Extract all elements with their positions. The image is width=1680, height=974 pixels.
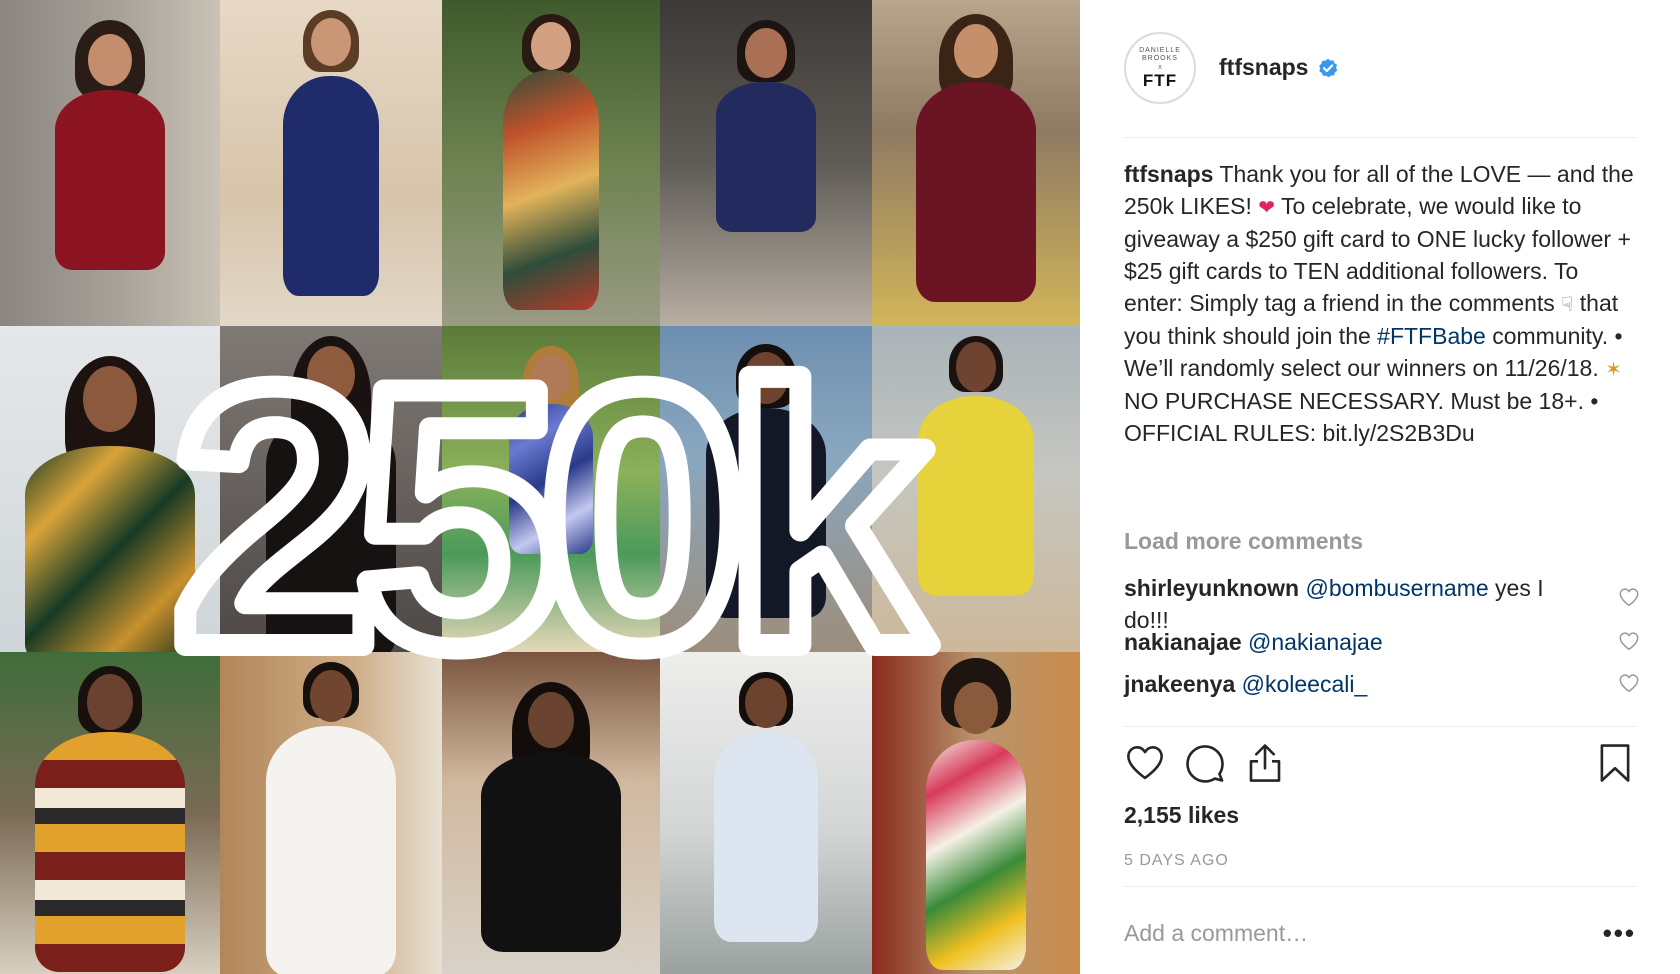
comment-mention[interactable]: @nakianajae — [1248, 629, 1383, 655]
post-image-collage[interactable]: 250k — [0, 0, 1080, 974]
avatar-text: DANIELLE BROOKS — [1139, 46, 1181, 62]
avatar-brand: FTF — [1142, 70, 1178, 90]
comment-username[interactable]: jnakeenya — [1124, 671, 1235, 697]
photo-tile — [0, 326, 220, 652]
red-heart-emoji-icon: ❤ — [1258, 195, 1276, 219]
pointing-down-emoji-icon: ☟ — [1561, 292, 1574, 316]
heart-icon[interactable] — [1124, 742, 1166, 784]
likes-count[interactable]: 2,155 likes — [1124, 802, 1239, 829]
avatar[interactable]: DANIELLE BROOKS x FTF — [1124, 32, 1196, 104]
share-icon[interactable] — [1244, 742, 1286, 784]
party-popper-emoji-icon: ✶ — [1605, 357, 1622, 381]
caption-username[interactable]: ftfsnaps — [1124, 161, 1213, 187]
photo-tile — [872, 0, 1080, 326]
post-header: DANIELLE BROOKS x FTF ftfsnaps — [1124, 16, 1636, 138]
comment-item: nakianajae @nakianajae — [1124, 626, 1594, 658]
photo-tile — [442, 0, 660, 326]
comment-username[interactable]: nakianajae — [1124, 629, 1242, 655]
post-timestamp[interactable]: 5 DAYS AGO — [1124, 852, 1229, 870]
comment-mention[interactable]: @koleecali_ — [1242, 671, 1368, 697]
official-rules-text: OFFICIAL RULES: bit.ly/2S2B3Du — [1124, 420, 1475, 446]
photo-tile — [442, 326, 660, 652]
comment-username[interactable]: shirleyunknown — [1124, 575, 1299, 601]
verified-badge-icon — [1319, 58, 1338, 77]
photo-tile — [660, 0, 872, 326]
bookmark-icon[interactable] — [1594, 742, 1636, 784]
comment-mention[interactable]: @bombusername — [1305, 575, 1488, 601]
add-comment-input[interactable]: Add a comment… — [1124, 920, 1308, 947]
username-link[interactable]: ftfsnaps — [1219, 54, 1308, 81]
divider — [1124, 886, 1636, 887]
photo-tile — [220, 0, 442, 326]
post-details-panel: DANIELLE BROOKS x FTF ftfsnaps ftfsnaps … — [1080, 0, 1680, 974]
photo-tile — [220, 326, 442, 652]
photo-tile — [872, 326, 1080, 652]
photo-tile — [220, 652, 442, 974]
hashtag-link[interactable]: #FTFBabe — [1377, 323, 1486, 349]
photo-tile — [872, 652, 1080, 974]
comment-like-heart-icon[interactable] — [1618, 672, 1640, 694]
caption-text: NO PURCHASE NECESSARY. Must be 18+. • — [1124, 388, 1599, 414]
divider — [1124, 726, 1636, 727]
photo-tile — [0, 652, 220, 974]
comment-icon[interactable] — [1184, 742, 1226, 784]
comment-like-heart-icon[interactable] — [1618, 586, 1640, 608]
load-more-comments-button[interactable]: Load more comments — [1124, 528, 1363, 555]
comment-like-heart-icon[interactable] — [1618, 630, 1640, 652]
photo-tile — [660, 326, 872, 652]
photo-tile — [0, 0, 220, 326]
photo-tile — [660, 652, 872, 974]
post-caption: ftfsnaps Thank you for all of the LOVE —… — [1124, 158, 1634, 449]
comment-item: jnakeenya @koleecali_ — [1124, 668, 1594, 700]
more-options-icon[interactable]: ••• — [1603, 918, 1636, 949]
photo-tile — [442, 652, 660, 974]
